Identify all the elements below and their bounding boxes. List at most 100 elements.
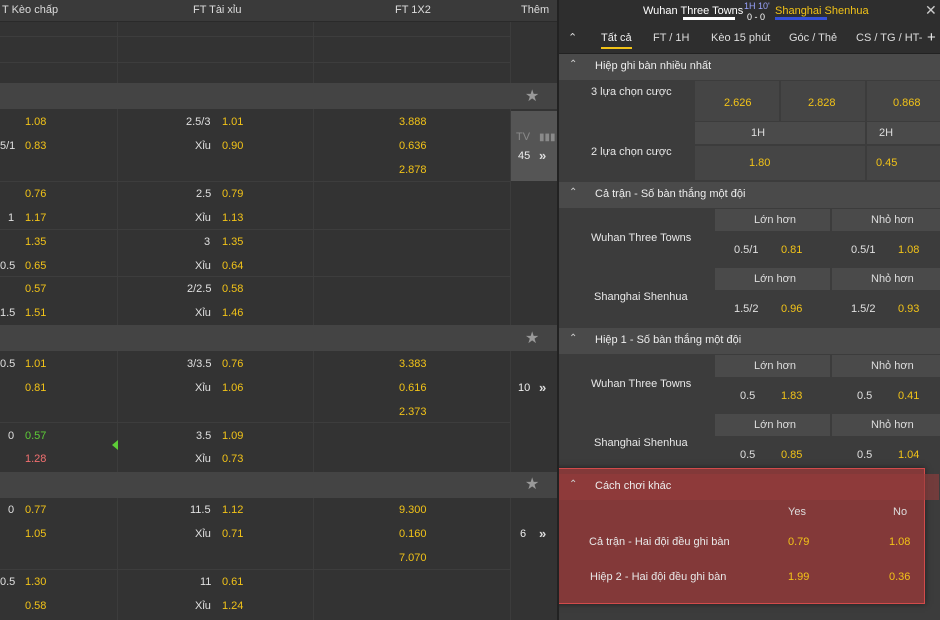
ou-line: 3.5 bbox=[196, 430, 212, 442]
col-more-header: Thêm bbox=[521, 4, 550, 16]
ou-odds[interactable]: 0.79 bbox=[222, 188, 243, 200]
match-header: Wuhan Three Towns 1H 10' 0 - 0 Shanghai … bbox=[559, 0, 940, 24]
odds-value[interactable]: 1.80 bbox=[749, 157, 770, 169]
odds-value[interactable]: 0.45 bbox=[876, 157, 897, 169]
odds-value[interactable]: 1.99 bbox=[788, 571, 809, 583]
handicap-odds[interactable]: 1.51 bbox=[25, 307, 46, 319]
tv-box[interactable]: TV ▮▮▮ 45 » bbox=[511, 111, 557, 181]
handicap-odds[interactable]: 1.30 bbox=[25, 576, 46, 588]
ou-odds[interactable]: 0.90 bbox=[222, 140, 243, 152]
section-title: Cách chơi khác bbox=[595, 480, 672, 492]
add-icon[interactable]: + bbox=[927, 29, 936, 46]
1x2-odds[interactable]: 0.160 bbox=[399, 528, 427, 540]
favorite-star-icon[interactable]: ★ bbox=[525, 331, 539, 347]
handicap-odds[interactable]: 0.81 bbox=[25, 382, 46, 394]
more-markets-count: 45 bbox=[518, 150, 531, 162]
favorite-star-icon[interactable]: ★ bbox=[525, 89, 539, 105]
odds-value[interactable]: 1.08 bbox=[898, 244, 919, 256]
handicap-line: 0 bbox=[8, 504, 15, 516]
tab-all[interactable]: Tất cả bbox=[601, 32, 632, 49]
odds-change-flag-icon bbox=[112, 440, 118, 450]
ou-odds[interactable]: 0.73 bbox=[222, 453, 243, 465]
odds-value[interactable]: 0.81 bbox=[781, 244, 802, 256]
odds-value[interactable]: 2.626 bbox=[724, 97, 752, 109]
1x2-odds[interactable]: 3.888 bbox=[399, 116, 427, 128]
ou-odds[interactable]: 1.12 bbox=[222, 504, 243, 516]
collapse-all-chevron-up-icon[interactable]: ⌃ bbox=[568, 31, 577, 44]
handicap-odds[interactable]: 1.08 bbox=[25, 116, 46, 128]
stats-bars-icon[interactable]: ▮▮▮ bbox=[539, 132, 556, 143]
ou-odds[interactable]: 0.71 bbox=[222, 528, 243, 540]
ou-line: Xỉu bbox=[195, 453, 211, 465]
team-name: Wuhan Three Towns bbox=[591, 378, 692, 390]
handicap-odds[interactable]: 1.35 bbox=[25, 236, 46, 248]
tab-15-min[interactable]: Kèo 15 phút bbox=[711, 32, 770, 44]
chevron-right-icon[interactable]: » bbox=[539, 526, 546, 541]
chevron-right-icon[interactable]: » bbox=[539, 380, 546, 395]
section-ft-team-goals[interactable]: ⌃ Cả trận - Số bàn thắng một đội bbox=[559, 182, 940, 208]
ou-odds[interactable]: 0.76 bbox=[222, 358, 243, 370]
ou-odds[interactable]: 0.58 bbox=[222, 283, 243, 295]
handicap-odds[interactable]: 0.58 bbox=[25, 600, 46, 612]
tab-corners-cards[interactable]: Góc / Thẻ bbox=[789, 32, 837, 44]
ou-line: 2.5/3 bbox=[186, 116, 211, 128]
chevron-up-icon[interactable]: ⌃ bbox=[569, 187, 577, 198]
chevron-right-icon[interactable]: » bbox=[539, 148, 546, 163]
odds-value[interactable]: 0.41 bbox=[898, 390, 919, 402]
ou-odds[interactable]: 1.06 bbox=[222, 382, 243, 394]
handicap-odds[interactable]: 0.57 bbox=[25, 283, 46, 295]
handicap-odds[interactable]: 0.83 bbox=[25, 140, 46, 152]
col-header-under: Nhỏ hơn bbox=[871, 360, 914, 372]
odds-value[interactable]: 0.36 bbox=[889, 571, 910, 583]
handicap-odds[interactable]: 0.65 bbox=[25, 260, 46, 272]
1x2-odds[interactable]: 2.878 bbox=[399, 164, 427, 176]
tab-cs-tg-ht[interactable]: CS / TG / HT- bbox=[856, 32, 922, 44]
handicap-odds[interactable]: 1.28 bbox=[25, 453, 46, 465]
handicap-odds[interactable]: 1.17 bbox=[25, 212, 46, 224]
col-1x2-header: FT 1X2 bbox=[395, 4, 431, 16]
odds-value[interactable]: 0.85 bbox=[781, 449, 802, 461]
ou-odds[interactable]: 0.64 bbox=[222, 260, 243, 272]
section-highest-scoring-half[interactable]: ⌃ Hiệp ghi bàn nhiều nhất bbox=[559, 54, 940, 80]
chevron-up-icon[interactable]: ⌃ bbox=[569, 333, 577, 344]
handicap-odds[interactable]: 0.77 bbox=[25, 504, 46, 516]
col-ou-header: FT Tài xỉu bbox=[193, 4, 242, 16]
handicap-odds[interactable]: 0.76 bbox=[25, 188, 46, 200]
1x2-odds[interactable]: 9.300 bbox=[399, 504, 427, 516]
odds-value[interactable]: 0.868 bbox=[893, 97, 921, 109]
goal-line: 0.5 bbox=[857, 449, 873, 461]
1x2-odds[interactable]: 0.616 bbox=[399, 382, 427, 394]
1x2-odds[interactable]: 7.070 bbox=[399, 552, 427, 564]
odds-value[interactable]: 0.79 bbox=[788, 536, 809, 548]
handicap-odds[interactable]: 1.05 bbox=[25, 528, 46, 540]
close-icon[interactable]: ✕ bbox=[925, 2, 937, 19]
tab-ft-1h[interactable]: FT / 1H bbox=[653, 32, 689, 44]
col-header-under: Nhỏ hơn bbox=[871, 214, 914, 226]
goal-line: 0.5 bbox=[857, 390, 873, 402]
handicap-odds[interactable]: 1.01 bbox=[25, 358, 46, 370]
1x2-odds[interactable]: 3.383 bbox=[399, 358, 427, 370]
odds-value[interactable]: 0.93 bbox=[898, 303, 919, 315]
odds-value[interactable]: 1.83 bbox=[781, 390, 802, 402]
favorite-star-icon[interactable]: ★ bbox=[525, 477, 539, 493]
col-header-over: Lớn hơn bbox=[754, 273, 796, 285]
1x2-odds[interactable]: 0.636 bbox=[399, 140, 427, 152]
ou-odds[interactable]: 1.09 bbox=[222, 430, 243, 442]
odds-value[interactable]: 2.828 bbox=[808, 97, 836, 109]
ou-odds[interactable]: 0.61 bbox=[222, 576, 243, 588]
1x2-odds[interactable]: 2.373 bbox=[399, 406, 427, 418]
ou-odds[interactable]: 1.35 bbox=[222, 236, 243, 248]
section-other-bets[interactable]: ⌃ Cách chơi khác bbox=[559, 474, 939, 500]
chevron-up-icon[interactable]: ⌃ bbox=[569, 479, 577, 490]
ou-line: 3/3.5 bbox=[187, 358, 212, 370]
ou-odds[interactable]: 1.24 bbox=[222, 600, 243, 612]
ou-odds[interactable]: 1.01 bbox=[222, 116, 243, 128]
chevron-up-icon[interactable]: ⌃ bbox=[569, 59, 577, 70]
odds-value[interactable]: 0.96 bbox=[781, 303, 802, 315]
handicap-odds[interactable]: 0.57 bbox=[25, 430, 46, 442]
odds-value[interactable]: 1.08 bbox=[889, 536, 910, 548]
section-1h-team-goals[interactable]: ⌃ Hiệp 1 - Số bàn thắng một đội bbox=[559, 328, 940, 354]
ou-odds[interactable]: 1.13 bbox=[222, 212, 243, 224]
ou-odds[interactable]: 1.46 bbox=[222, 307, 243, 319]
odds-value[interactable]: 1.04 bbox=[898, 449, 919, 461]
